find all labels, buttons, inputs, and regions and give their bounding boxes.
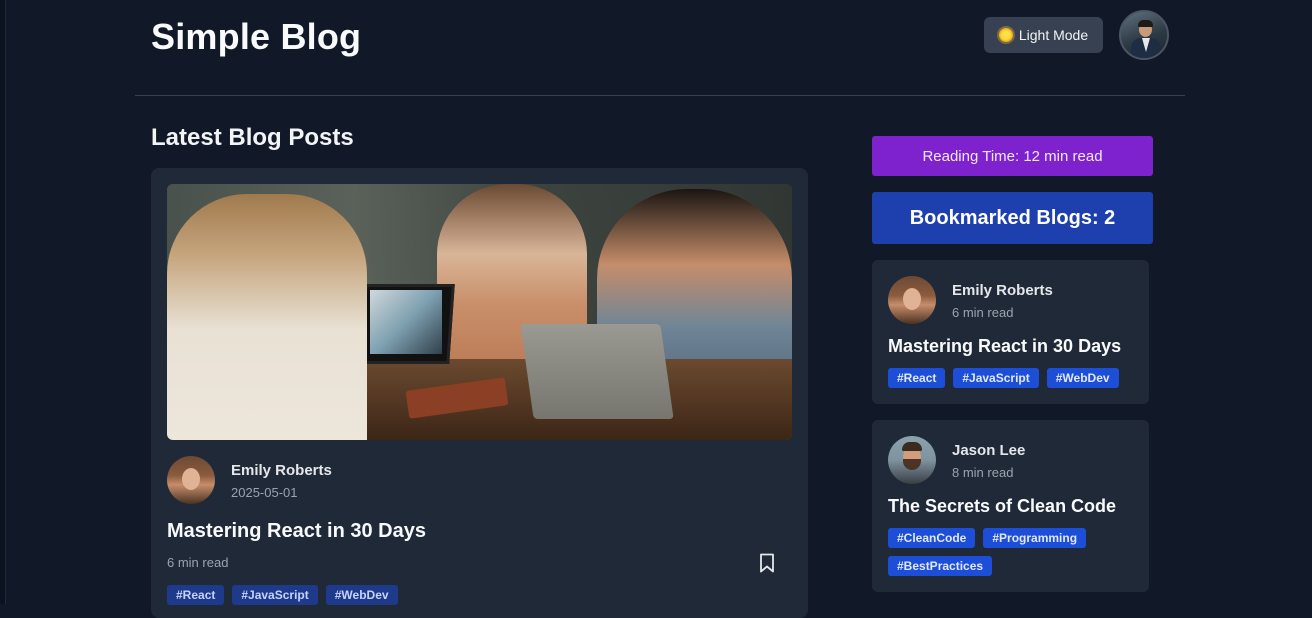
window-edge bbox=[0, 0, 6, 604]
author-avatar bbox=[167, 456, 215, 504]
user-avatar[interactable] bbox=[1119, 10, 1169, 60]
tag-programming[interactable]: #Programming bbox=[983, 528, 1087, 548]
bookmark-title[interactable]: Mastering React in 30 Days bbox=[888, 336, 1121, 357]
bookmark-read-time: 8 min read bbox=[952, 465, 1014, 480]
bookmark-card[interactable]: Jason Lee 8 min read The Secrets of Clea… bbox=[872, 420, 1149, 592]
site-title[interactable]: Simple Blog bbox=[151, 16, 361, 58]
author-avatar bbox=[888, 276, 936, 324]
post-date: 2025-05-01 bbox=[231, 485, 298, 500]
post-cover-image[interactable] bbox=[167, 184, 792, 440]
post-tags: #React #JavaScript #WebDev bbox=[167, 585, 398, 605]
bookmark-icon[interactable] bbox=[759, 553, 775, 573]
bookmark-card[interactable]: Emily Roberts 6 min read Mastering React… bbox=[872, 260, 1149, 404]
tag-webdev[interactable]: #WebDev bbox=[1046, 368, 1119, 388]
light-mode-label: Light Mode bbox=[1018, 27, 1089, 43]
post-author-name: Emily Roberts bbox=[231, 462, 332, 479]
tag-react[interactable]: #React bbox=[167, 585, 225, 605]
tag-javascript[interactable]: #JavaScript bbox=[953, 368, 1039, 388]
section-title: Latest Blog Posts bbox=[151, 124, 354, 151]
tag-cleancode[interactable]: #CleanCode bbox=[888, 528, 976, 548]
bookmark-tags: #CleanCode #Programming #BestPractices bbox=[888, 528, 1118, 576]
tag-javascript[interactable]: #JavaScript bbox=[232, 585, 318, 605]
light-mode-toggle-button[interactable]: Light Mode bbox=[984, 17, 1103, 53]
bookmarked-count: Bookmarked Blogs: 2 bbox=[872, 192, 1153, 244]
tag-react[interactable]: #React bbox=[888, 368, 946, 388]
tag-bestpractices[interactable]: #BestPractices bbox=[888, 556, 993, 576]
page-container: Simple Blog Light Mode Latest Blog Posts bbox=[135, 0, 1185, 618]
bookmark-tags: #React #JavaScript #WebDev bbox=[888, 368, 1119, 388]
sun-icon bbox=[998, 28, 1013, 42]
post-card[interactable]: Emily Roberts 2025-05-01 Mastering React… bbox=[151, 168, 808, 618]
site-header: Simple Blog Light Mode bbox=[135, 0, 1185, 96]
reading-time-summary: Reading Time: 12 min read bbox=[872, 136, 1153, 176]
bookmark-author-name: Jason Lee bbox=[952, 442, 1026, 459]
bookmark-read-time: 6 min read bbox=[952, 305, 1014, 320]
bookmark-author-name: Emily Roberts bbox=[952, 282, 1053, 299]
post-read-time: 6 min read bbox=[167, 555, 229, 570]
post-title[interactable]: Mastering React in 30 Days bbox=[167, 520, 426, 543]
bookmark-title[interactable]: The Secrets of Clean Code bbox=[888, 496, 1116, 517]
author-avatar bbox=[888, 436, 936, 484]
tag-webdev[interactable]: #WebDev bbox=[325, 585, 398, 605]
